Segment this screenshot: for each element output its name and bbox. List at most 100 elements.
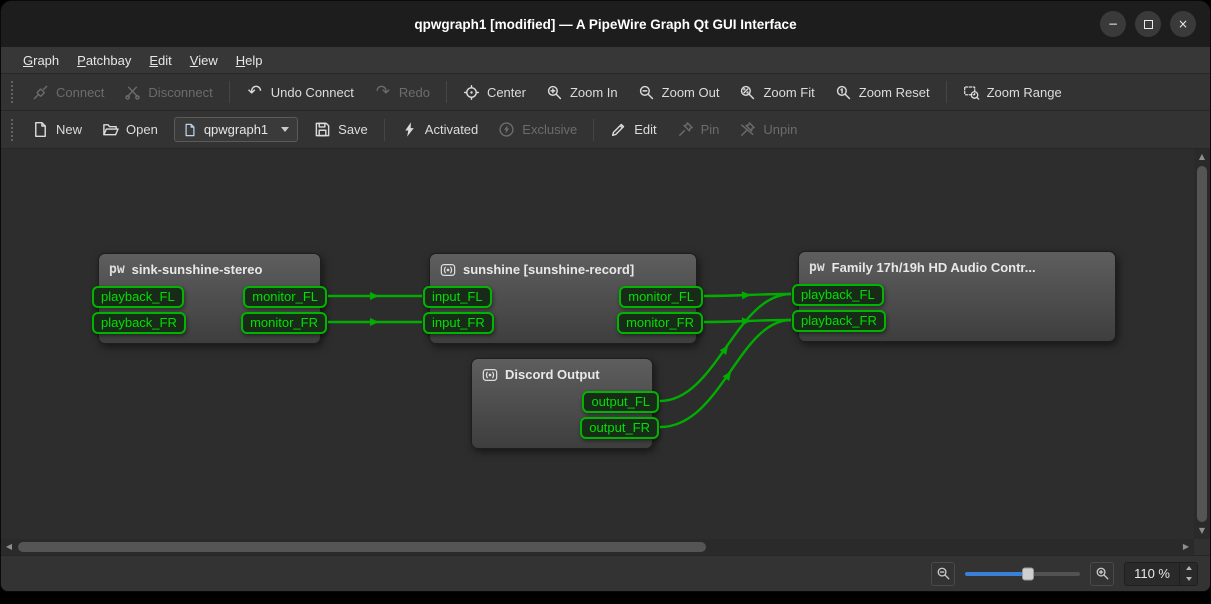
port-row: output_FL [472, 391, 652, 413]
zoom-slider-handle[interactable] [1022, 567, 1034, 580]
port-input[interactable]: playback_FR [92, 312, 186, 334]
menu-edit[interactable]: Edit [140, 49, 180, 72]
zoom-in-button[interactable]: Zoom In [536, 78, 628, 107]
scroll-up-arrow[interactable]: ▲ [1194, 149, 1210, 165]
toolbar-separator [384, 119, 385, 141]
toolbar-drag-handle[interactable] [11, 81, 13, 103]
edit-button[interactable]: Edit [600, 115, 666, 144]
close-icon: × [1178, 18, 1188, 30]
zoom-out-button[interactable]: Zoom Out [628, 78, 730, 107]
node-sink-sunshine-stereo[interactable]: pw sink-sunshine-stereo playback_FL moni… [98, 253, 321, 344]
pipewire-icon: pw [109, 263, 125, 277]
toolbar-separator [593, 119, 594, 141]
port-input[interactable]: playback_FL [92, 286, 184, 308]
port-input[interactable]: playback_FL [792, 284, 884, 306]
toolbar-separator [229, 81, 230, 103]
save-button[interactable]: Save [304, 115, 378, 144]
vertical-scrollbar[interactable]: ▲ ▼ [1194, 149, 1210, 539]
open-folder-icon [102, 121, 119, 138]
titlebar[interactable]: qpwgraph1 [modified] — A PipeWire Graph … [1, 1, 1210, 47]
scroll-right-arrow[interactable]: ▶ [1178, 539, 1194, 555]
connection-monitorFL-playbackFL[interactable] [704, 294, 791, 296]
chevron-down-icon [281, 127, 289, 132]
redo-button[interactable]: ↷ Redo [364, 79, 440, 106]
scroll-left-arrow[interactable]: ◀ [1, 539, 17, 555]
zoom-slider[interactable] [965, 572, 1080, 576]
exclusive-toggle[interactable]: Exclusive [488, 115, 587, 144]
zoom-slider-fill [965, 572, 1028, 576]
menu-help[interactable]: Help [227, 49, 272, 72]
zoom-reset-button[interactable]: Zoom Reset [825, 78, 940, 107]
file-icon [183, 123, 197, 137]
new-button[interactable]: New [22, 115, 92, 144]
connect-icon [32, 84, 49, 101]
port-output[interactable]: monitor_FR [617, 312, 703, 334]
node-discord-output[interactable]: Discord Output output_FL output_FR [471, 358, 653, 449]
disconnect-label: Disconnect [148, 85, 212, 100]
port-output[interactable]: monitor_FL [619, 286, 703, 308]
zoom-range-button[interactable]: Zoom Range [953, 78, 1072, 107]
zoom-reset-label: Zoom Reset [859, 85, 930, 100]
port-output[interactable]: output_FL [582, 391, 659, 413]
pipewire-icon: pw [809, 261, 825, 275]
connection-monitorFR-playbackFR[interactable] [704, 320, 791, 322]
save-label: Save [338, 122, 368, 137]
zoom-reset-icon [835, 84, 852, 101]
port-output[interactable]: monitor_FL [243, 286, 327, 308]
horizontal-scrollbar-thumb[interactable] [18, 542, 706, 552]
connect-button[interactable]: Connect [22, 78, 114, 107]
horizontal-scrollbar[interactable]: ◀ ▶ [1, 539, 1194, 555]
port-input[interactable]: input_FL [423, 286, 492, 308]
port-row: playback_FL [799, 284, 1115, 306]
patchbay-file-combobox[interactable]: qpwgraph1 [174, 117, 298, 142]
undo-connect-button[interactable]: ↶ Undo Connect [236, 79, 364, 106]
port-list: input_FL monitor_FL input_FR monitor_FR [430, 284, 696, 343]
edit-label: Edit [634, 122, 656, 137]
zoom-fit-button[interactable]: Zoom Fit [729, 78, 824, 107]
statusbar-zoom-in-button[interactable] [1090, 562, 1114, 586]
new-label: New [56, 122, 82, 137]
node-sunshine-record[interactable]: sunshine [sunshine-record] input_FL moni… [429, 253, 697, 344]
vertical-scrollbar-thumb[interactable] [1197, 166, 1207, 522]
disconnect-button[interactable]: Disconnect [114, 78, 222, 107]
port-input[interactable]: playback_FR [792, 310, 886, 332]
port-output[interactable]: monitor_FR [241, 312, 327, 334]
zoom-out-icon [638, 84, 655, 101]
edit-pencil-icon [610, 121, 627, 138]
zoom-range-label: Zoom Range [987, 85, 1062, 100]
pin-button[interactable]: Pin [667, 115, 730, 144]
graph-canvas[interactable]: pw sink-sunshine-stereo playback_FL moni… [1, 149, 1194, 539]
node-family-hd-audio[interactable]: pw Family 17h/19h HD Audio Contr... play… [798, 251, 1116, 342]
menu-patchbay[interactable]: Patchbay [68, 49, 140, 72]
redo-icon: ↷ [374, 85, 392, 99]
spin-up-button[interactable] [1180, 563, 1197, 574]
undo-label: Undo Connect [271, 85, 354, 100]
unpin-label: Unpin [763, 122, 797, 137]
center-button[interactable]: Center [453, 78, 536, 107]
zoom-spinbox[interactable]: 110 % [1124, 562, 1198, 586]
maximize-button[interactable] [1135, 11, 1161, 37]
zoom-in-icon [1095, 566, 1110, 581]
minimize-button[interactable]: − [1100, 11, 1126, 37]
port-input[interactable]: input_FR [423, 312, 494, 334]
spin-down-button[interactable] [1180, 574, 1197, 585]
zoom-out-icon [936, 566, 951, 581]
open-label: Open [126, 122, 158, 137]
port-list: output_FL output_FR [472, 389, 652, 448]
toolbar-drag-handle[interactable] [11, 119, 13, 141]
port-row: input_FL monitor_FL [430, 286, 696, 308]
scroll-down-arrow[interactable]: ▼ [1194, 523, 1210, 539]
minimize-icon: − [1108, 18, 1118, 30]
activated-toggle[interactable]: Activated [391, 115, 488, 144]
port-row: output_FR [472, 417, 652, 439]
menu-view[interactable]: View [181, 49, 227, 72]
statusbar: 110 % [1, 555, 1210, 591]
port-output[interactable]: output_FR [580, 417, 659, 439]
unpin-button[interactable]: Unpin [729, 115, 807, 144]
close-button[interactable]: × [1170, 11, 1196, 37]
menu-graph[interactable]: Graph [14, 49, 68, 72]
open-button[interactable]: Open [92, 115, 168, 144]
center-icon [463, 84, 480, 101]
statusbar-zoom-out-button[interactable] [931, 562, 955, 586]
exclusive-icon [498, 121, 515, 138]
